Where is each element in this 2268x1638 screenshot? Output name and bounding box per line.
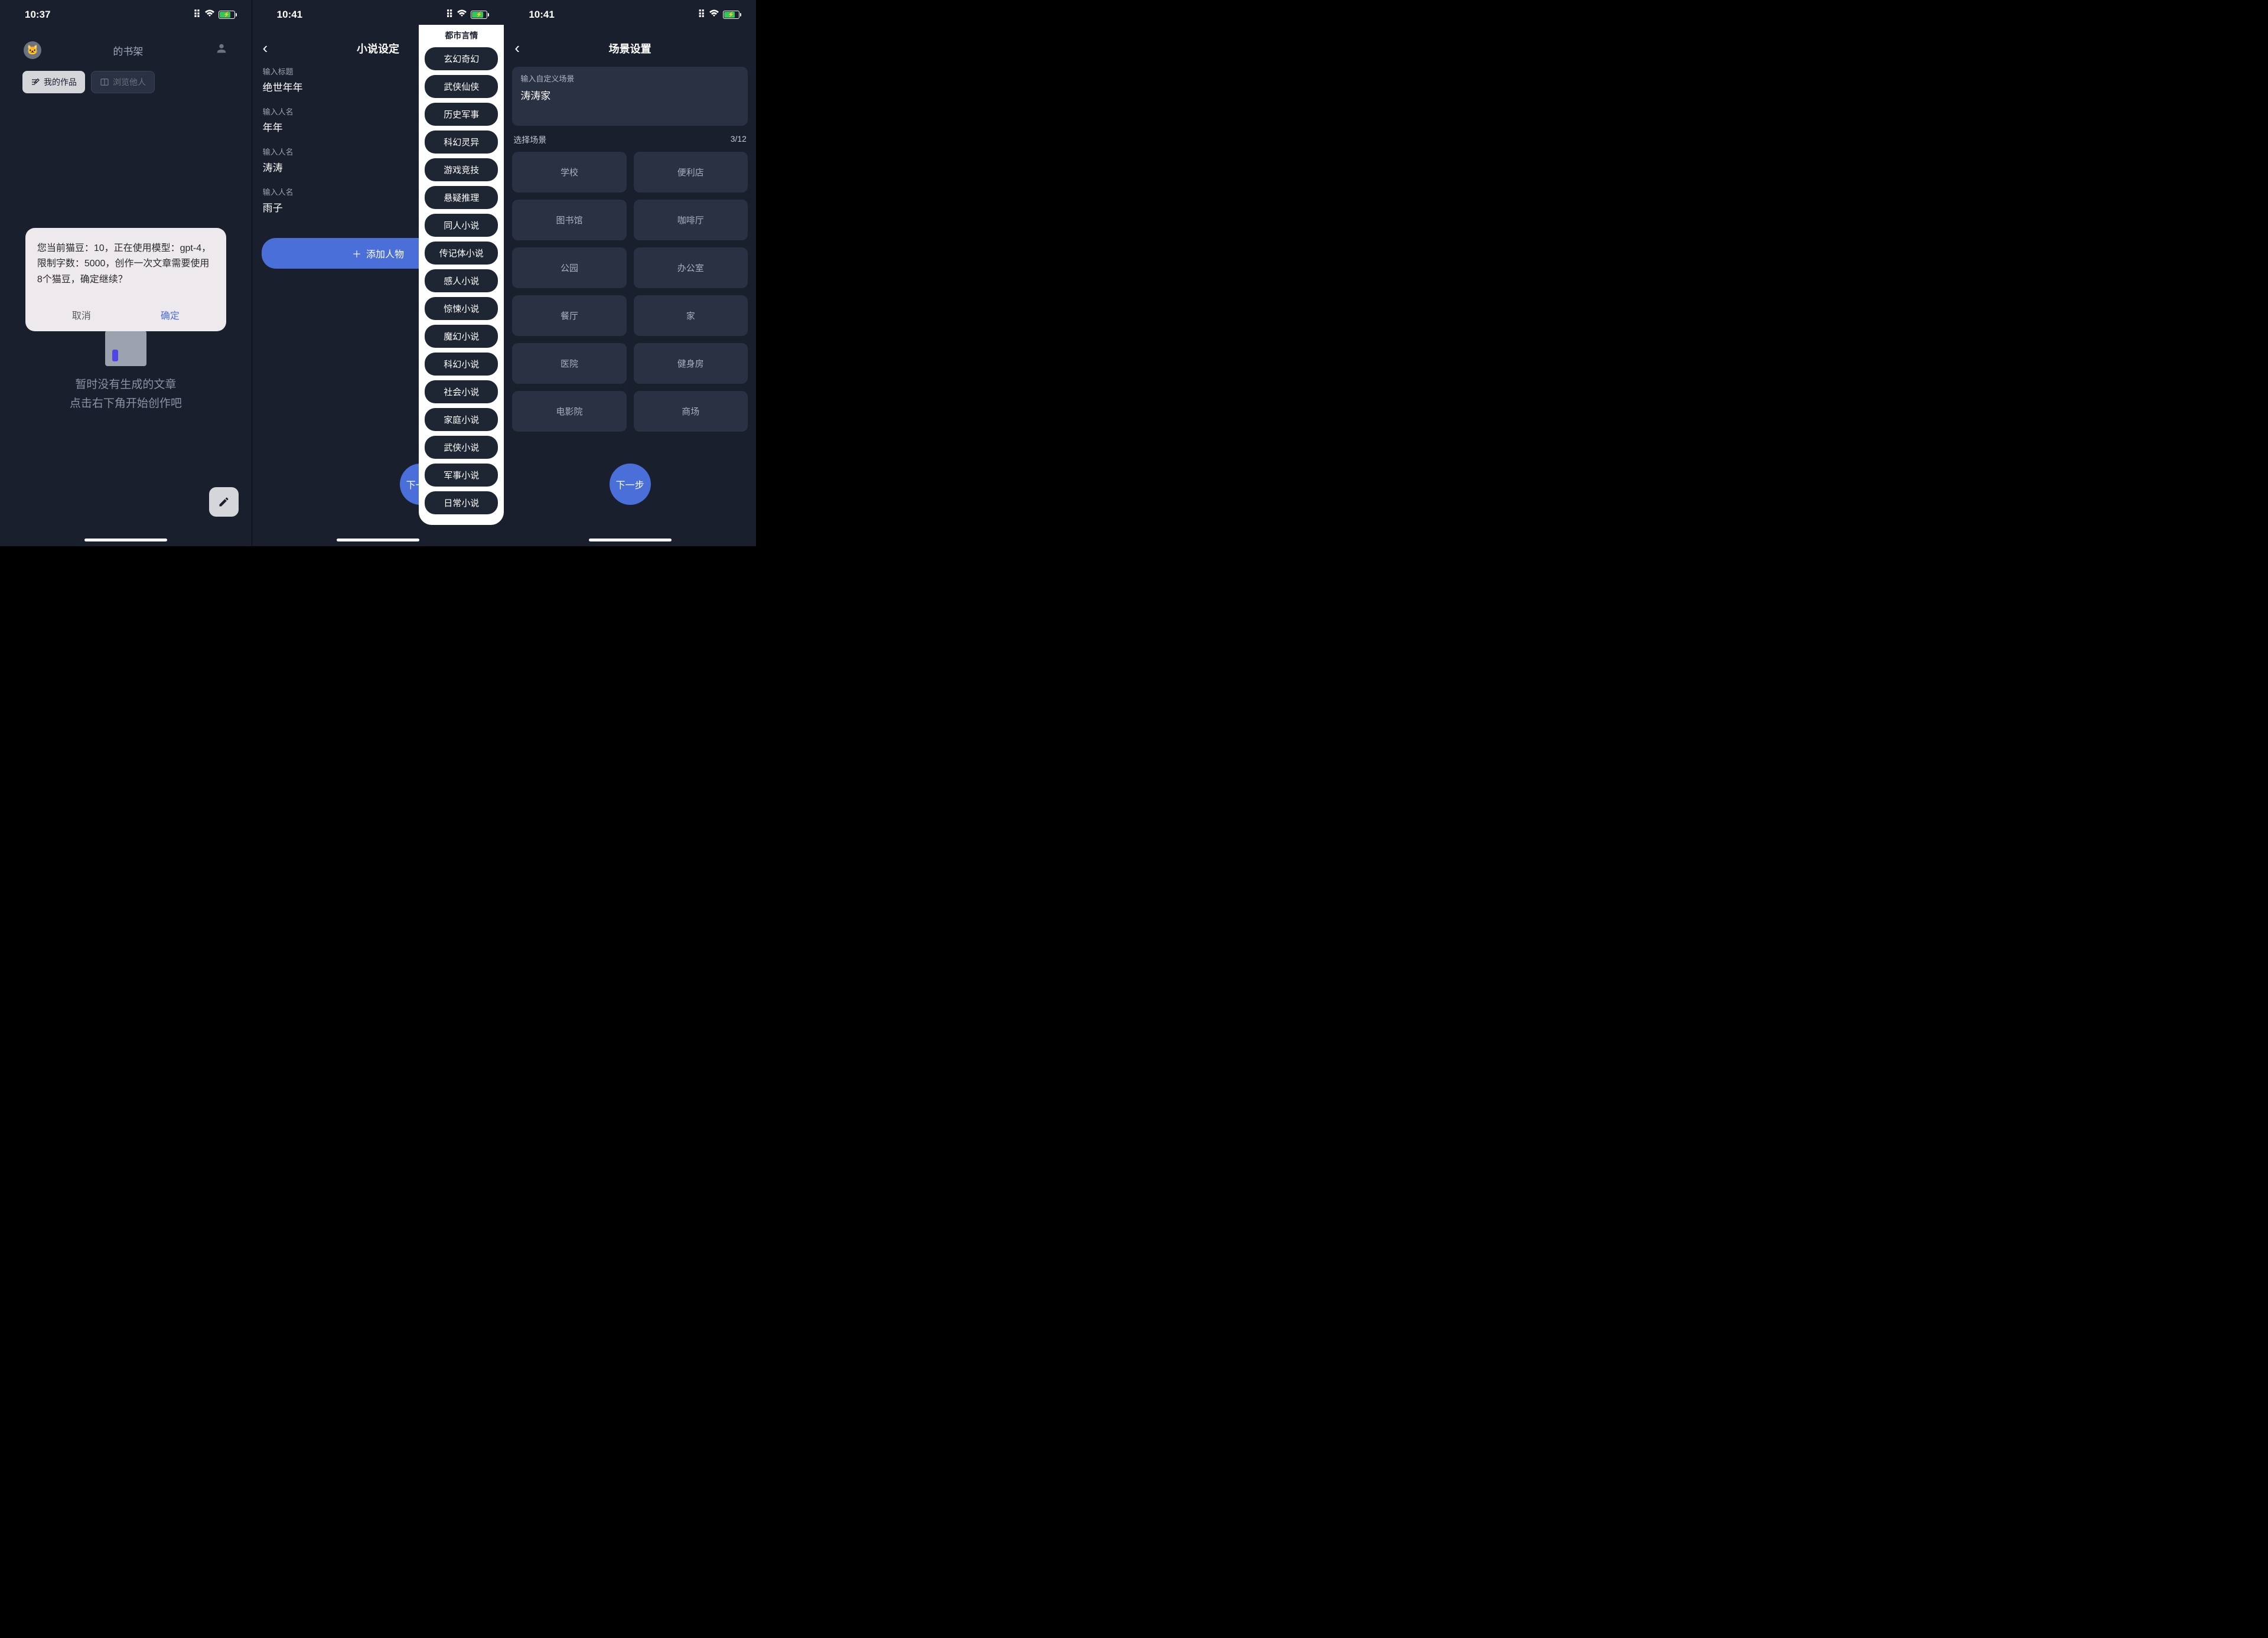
genre-option[interactable]: 军事小说 [425, 464, 498, 487]
status-bar: 10:37 ⠿ ⚡ [0, 0, 252, 30]
page-title: 小说设定 [357, 41, 399, 56]
empty-illustration-icon [105, 331, 146, 366]
confirm-dialog: 您当前猫豆：10，正在使用模型：gpt-4，限制字数：5000，创作一次文章需要… [25, 228, 226, 331]
genre-option[interactable]: 游戏竞技 [425, 158, 498, 181]
dialog-message: 您当前猫豆：10，正在使用模型：gpt-4，限制字数：5000，创作一次文章需要… [37, 241, 214, 288]
battery-icon: ⚡ [723, 11, 739, 19]
genre-option[interactable]: 玄幻奇幻 [425, 47, 498, 70]
genre-peek-item[interactable]: 都市言情 [425, 28, 498, 43]
page-title: 场景设置 [609, 41, 651, 56]
wifi-icon [457, 9, 467, 21]
home-indicator[interactable] [589, 539, 672, 541]
status-icons: ⠿ ⚡ [698, 9, 739, 21]
genre-option[interactable]: 魔幻小说 [425, 325, 498, 348]
dialog-buttons: 取消 确定 [37, 298, 214, 331]
tab-myworks[interactable]: 我的作品 [22, 71, 85, 93]
empty-text-2: 点击右下角开始创作吧 [70, 394, 182, 413]
scene-option[interactable]: 健身房 [634, 343, 748, 384]
scene-option[interactable]: 学校 [512, 152, 626, 192]
avatar-icon[interactable]: 🐱 [24, 41, 41, 59]
select-scene-label: 选择场景 [513, 134, 546, 146]
scene-option[interactable]: 咖啡厅 [634, 200, 748, 240]
scene-option[interactable]: 餐厅 [512, 295, 626, 336]
status-icons: ⠿ ⚡ [193, 9, 234, 21]
plus-icon: ＋ [352, 246, 361, 260]
genre-option[interactable]: 惊悚小说 [425, 297, 498, 320]
genre-list: 玄幻奇幻武侠仙侠历史军事科幻灵异游戏竞技悬疑推理同人小说传记体小说感人小说惊悚小… [425, 47, 498, 514]
genre-option[interactable]: 科幻小说 [425, 353, 498, 376]
genre-option[interactable]: 传记体小说 [425, 242, 498, 265]
screen-scene-settings: 10:41 ⠿ ⚡ ‹ 场景设置 输入自定义场景 涛涛家 选择场景 3/12 学… [504, 0, 756, 546]
battery-icon: ⚡ [471, 11, 487, 19]
genre-option[interactable]: 悬疑推理 [425, 186, 498, 209]
cancel-button[interactable]: 取消 [37, 298, 126, 331]
genre-option[interactable]: 社会小说 [425, 380, 498, 403]
signal-icon: ⠿ [446, 9, 453, 21]
tab-myworks-label: 我的作品 [44, 76, 77, 88]
scene-select-header: 选择场景 3/12 [504, 134, 756, 152]
genre-dropdown[interactable]: 都市言情 玄幻奇幻武侠仙侠历史军事科幻灵异游戏竞技悬疑推理同人小说传记体小说感人… [419, 25, 504, 525]
genre-option[interactable]: 家庭小说 [425, 408, 498, 431]
scene-grid: 学校便利店图书馆咖啡厅公园办公室餐厅家医院健身房电影院商场 [504, 152, 756, 432]
next-button[interactable]: 下一步 [610, 464, 651, 505]
custom-scene-label: 输入自定义场景 [520, 73, 739, 84]
back-icon[interactable]: ‹ [514, 39, 520, 57]
add-character-label: 添加人物 [366, 246, 404, 260]
genre-option[interactable]: 科幻灵异 [425, 130, 498, 154]
status-bar: 10:41 ⠿ ⚡ [504, 0, 756, 30]
screen-novel-settings: 10:41 ⠿ ⚡ ‹ 小说设定 输入标题 绝世年年输入人名 年年输入人名 涛涛… [252, 0, 504, 546]
signal-icon: ⠿ [193, 9, 200, 21]
wifi-icon [709, 9, 719, 21]
wifi-icon [204, 9, 215, 21]
screen-bookshelf: 10:37 ⠿ ⚡ 🐱 的书架 我的作品 浏览他人 暂时没有生成的文章 [0, 0, 252, 546]
genre-option[interactable]: 武侠小说 [425, 436, 498, 459]
scene-option[interactable]: 便利店 [634, 152, 748, 192]
next-label: 下一步 [616, 477, 644, 491]
compose-fab[interactable] [209, 487, 239, 517]
bookshelf-header: 🐱 的书架 [0, 30, 252, 65]
profile-icon[interactable] [215, 42, 228, 58]
empty-state: 暂时没有生成的文章 点击右下角开始创作吧 [0, 331, 252, 414]
genre-option[interactable]: 同人小说 [425, 214, 498, 237]
page-title: 的书架 [113, 43, 143, 58]
back-icon[interactable]: ‹ [263, 39, 268, 57]
genre-option[interactable]: 历史军事 [425, 103, 498, 126]
scene-option[interactable]: 办公室 [634, 247, 748, 288]
nav-header: ‹ 场景设置 [504, 30, 756, 63]
tab-browse[interactable]: 浏览他人 [91, 71, 155, 93]
empty-text-1: 暂时没有生成的文章 [75, 376, 176, 394]
confirm-button[interactable]: 确定 [126, 298, 214, 331]
custom-scene-input[interactable]: 输入自定义场景 涛涛家 [512, 67, 748, 126]
status-time: 10:41 [529, 9, 554, 21]
tab-browse-label: 浏览他人 [113, 76, 146, 88]
custom-scene-value: 涛涛家 [520, 87, 739, 102]
genre-option[interactable]: 日常小说 [425, 491, 498, 514]
scene-option[interactable]: 商场 [634, 391, 748, 432]
scene-option[interactable]: 图书馆 [512, 200, 626, 240]
scene-option[interactable]: 公园 [512, 247, 626, 288]
status-icons: ⠿ ⚡ [446, 9, 487, 21]
scene-option[interactable]: 家 [634, 295, 748, 336]
genre-option[interactable]: 感人小说 [425, 269, 498, 292]
tab-bar: 我的作品 浏览他人 [0, 65, 252, 99]
scene-option[interactable]: 电影院 [512, 391, 626, 432]
home-indicator[interactable] [84, 539, 167, 541]
scene-counter: 3/12 [731, 134, 747, 146]
home-indicator[interactable] [337, 539, 419, 541]
signal-icon: ⠿ [698, 9, 705, 21]
status-time: 10:37 [25, 9, 50, 21]
scene-option[interactable]: 医院 [512, 343, 626, 384]
genre-option[interactable]: 武侠仙侠 [425, 75, 498, 98]
battery-icon: ⚡ [219, 11, 235, 19]
status-time: 10:41 [277, 9, 302, 21]
